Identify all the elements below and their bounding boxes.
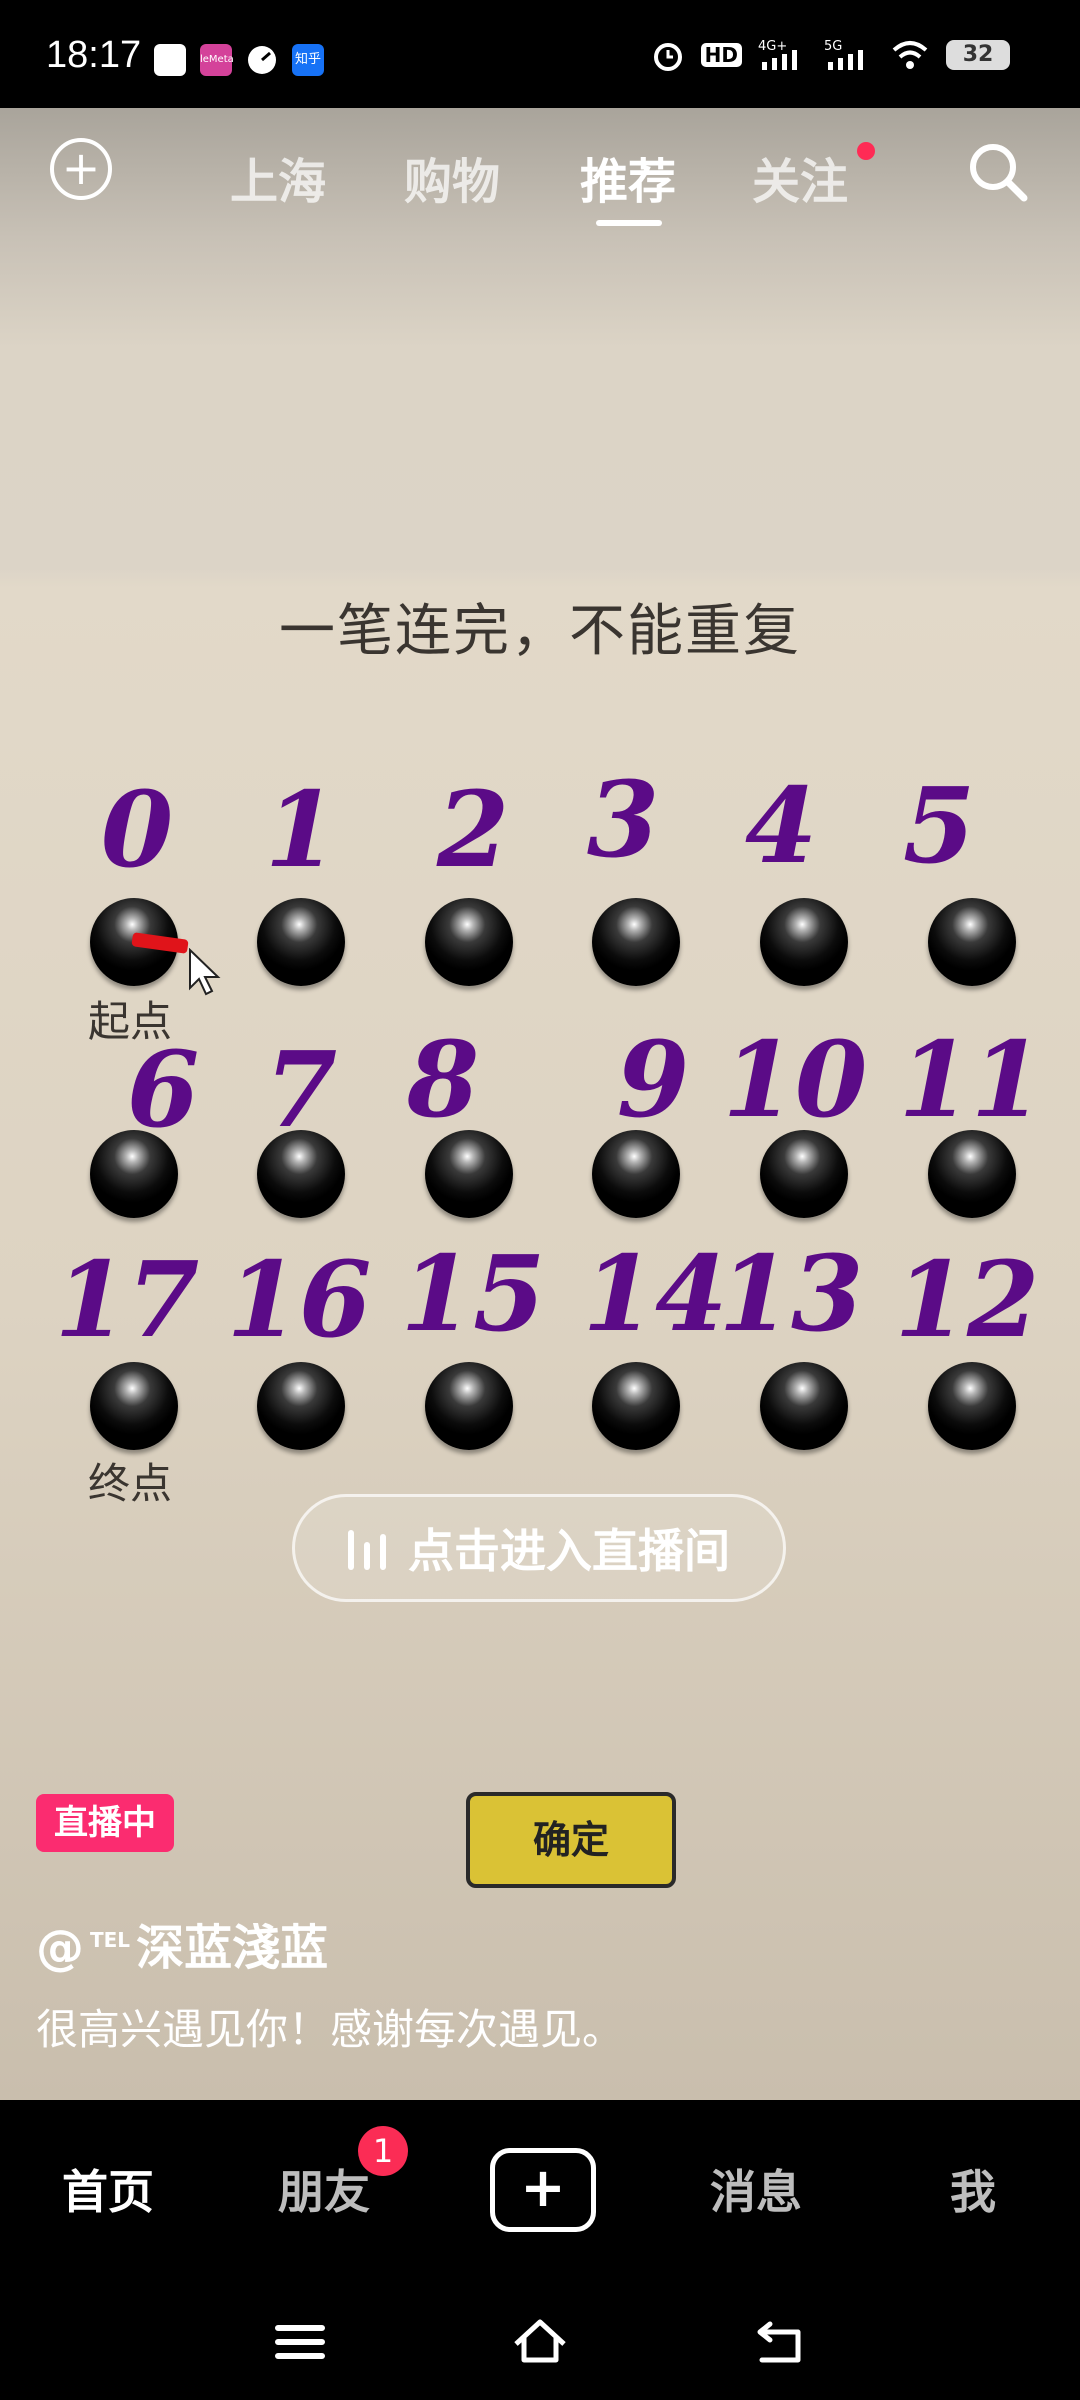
grid-number-0: 0 [100,768,174,891]
lofter-app-icon: leMeta [200,44,234,76]
bottom-tab-bar: 首页 朋友 1 + 消息 我 [0,2100,1080,2280]
dot-2[interactable] [425,898,513,986]
status-bar: 18:17 leMeta 知乎 HD 4G+ 5G 32 [0,0,1080,108]
video-caption: 很高兴遇见你！感谢每次遇见。 [36,2005,625,2054]
dot-3[interactable] [592,898,680,986]
tab-following[interactable]: 关注 [752,142,848,212]
author-tel-tag: TEL [90,1928,131,1952]
dot-9[interactable] [592,1130,680,1218]
dot-15[interactable] [425,1362,513,1450]
confirm-button[interactable]: 确定 [466,1792,676,1888]
dot-7[interactable] [257,1130,345,1218]
signal-5g-icon: 5G [824,39,863,70]
white-square-app-icon [154,44,186,76]
system-navigation-bar [0,2280,1080,2400]
battery-indicator: 32 [946,40,1010,70]
hd-icon: HD [700,43,742,67]
home-icon[interactable] [512,2314,568,2370]
dot-10[interactable] [760,1130,848,1218]
tab-home[interactable]: 首页 [62,2156,154,2222]
grid-number-5: 5 [902,764,976,887]
dot-6[interactable] [90,1130,178,1218]
tab-me[interactable]: 我 [950,2156,996,2222]
tab-shanghai[interactable]: 上海 [230,142,326,212]
dot-8[interactable] [425,1130,513,1218]
active-tab-indicator [596,220,662,226]
menu-icon[interactable] [272,2314,328,2370]
friends-badge: 1 [358,2126,408,2176]
tab-shopping[interactable]: 购物 [404,142,500,212]
top-nav: + 上海 购物 推荐 关注 [0,108,1080,238]
dot-4[interactable] [760,898,848,986]
search-icon[interactable] [966,140,1030,204]
speedometer-app-icon [246,44,278,76]
svg-text:4G+: 4G+ [758,39,787,54]
enter-live-room-label: 点击进入直播间 [408,1524,730,1578]
end-label: 终点 [88,1459,173,1508]
svg-text:5G: 5G [824,39,842,54]
grid-number-3: 3 [586,758,660,881]
grid-number-16: 16 [226,1238,372,1361]
tab-recommend[interactable]: 推荐 [580,142,676,212]
status-app-icons: leMeta 知乎 [154,44,324,76]
following-notification-dot [857,142,875,160]
grid-number-4: 4 [744,764,818,887]
add-icon[interactable]: + [50,138,112,200]
dot-12[interactable] [928,1362,1016,1450]
back-icon[interactable] [752,2314,808,2370]
grid-number-17: 17 [54,1238,200,1361]
video-feed[interactable]: + 上海 购物 推荐 关注 一笔连完，不能重复 0 1 2 3 4 5 起点 6… [0,108,1080,2100]
grid-number-2: 2 [436,768,510,891]
wifi-icon [892,41,928,69]
zhihu-app-icon: 知乎 [292,44,324,76]
mouse-cursor-icon [189,948,221,996]
grid-number-12: 12 [894,1238,1040,1361]
dot-16[interactable] [257,1362,345,1450]
status-time: 18:17 [46,34,142,76]
tab-friends[interactable]: 朋友 [278,2156,370,2222]
author-prefix: @ [36,1920,84,1976]
grid-number-1: 1 [264,768,338,891]
grid-number-13: 13 [718,1232,864,1355]
grid-number-11: 11 [898,1018,1044,1141]
author-name[interactable]: @ TEL 深蓝淺蓝 [36,1908,328,1978]
status-right-icons: HD 4G+ 5G 32 [651,38,1010,72]
dot-17[interactable] [90,1362,178,1450]
dot-11[interactable] [928,1130,1016,1218]
author-name-text: 深蓝淺蓝 [136,1920,329,1976]
signal-4g-icon: 4G+ [758,39,797,70]
dot-13[interactable] [760,1362,848,1450]
dot-14[interactable] [592,1362,680,1450]
dot-5[interactable] [928,898,1016,986]
grid-number-15: 15 [400,1232,546,1355]
grid-number-10: 10 [722,1018,868,1141]
create-button[interactable]: + [490,2148,596,2232]
live-bars-icon [348,1526,386,1570]
dot-1[interactable] [257,898,345,986]
grid-number-8: 8 [406,1018,480,1141]
enter-live-room-button[interactable]: 点击进入直播间 [292,1494,786,1602]
puzzle-title: 一笔连完，不能重复 [279,599,801,664]
live-badge[interactable]: 直播中 [36,1794,174,1852]
tab-messages[interactable]: 消息 [710,2156,802,2222]
alarm-icon [653,43,682,71]
